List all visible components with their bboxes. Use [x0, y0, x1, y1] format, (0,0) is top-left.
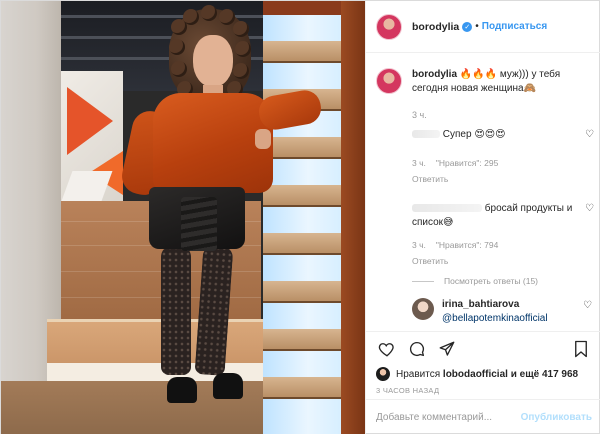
- likes-summary: Нравится lobodaofficial и ещё 417 968: [376, 365, 578, 383]
- publish-button[interactable]: Опубликовать: [521, 412, 592, 423]
- likes-count[interactable]: и ещё 417 968: [511, 369, 578, 380]
- caption: borodylia 🔥🔥🔥 муж))) у тебя сегодня нова…: [376, 68, 592, 96]
- comment-time: 3 ч.: [412, 158, 426, 168]
- comment-input[interactable]: [376, 412, 521, 423]
- hidden-username[interactable]: [412, 204, 482, 213]
- liker-username[interactable]: lobodaofficial: [443, 369, 508, 380]
- comment-bubble-icon[interactable]: [406, 338, 428, 360]
- hidden-username[interactable]: [412, 130, 440, 139]
- view-replies-label[interactable]: Посмотреть ответы (15): [444, 276, 538, 286]
- post-header: borodylia ✓ • Подписаться: [366, 1, 600, 53]
- post-actions: [366, 331, 600, 365]
- caption-time: 3 ч.: [412, 110, 427, 120]
- liker-avatar[interactable]: [376, 367, 390, 381]
- orange-triangle: [67, 87, 113, 155]
- skirt-ruffle: [181, 197, 217, 251]
- caption-username[interactable]: borodylia: [412, 69, 457, 80]
- comments-list[interactable]: borodylia 🔥🔥🔥 муж))) у тебя сегодня нова…: [366, 54, 600, 330]
- post-photo[interactable]: [1, 1, 365, 434]
- verified-badge-icon: ✓: [462, 21, 473, 32]
- reply-avatar[interactable]: [412, 298, 434, 320]
- comment-likes[interactable]: "Нравится": 295: [436, 156, 498, 170]
- like-heart-icon[interactable]: [376, 338, 398, 360]
- slatted-wall: [263, 1, 353, 434]
- reply-username[interactable]: irina_bahtiarova: [442, 299, 519, 310]
- left-shoe: [167, 377, 197, 403]
- author-avatar[interactable]: [376, 13, 402, 40]
- like-comment-heart-icon[interactable]: ♡: [585, 202, 594, 216]
- post-side-panel: borodylia ✓ • Подписаться borodylia 🔥🔥🔥 …: [365, 1, 600, 434]
- caption-text-block: borodylia 🔥🔥🔥 муж))) у тебя сегодня нова…: [412, 68, 592, 96]
- likes-prefix: Нравится: [396, 368, 441, 380]
- right-shoe: [213, 373, 243, 399]
- woman-face: [193, 35, 233, 87]
- reply-text-block: irina_bahtiarova @bellapotemkinaofficial: [442, 298, 548, 326]
- woman-hand: [255, 129, 271, 149]
- comment-meta: 3 ч. "Нравится": 794: [412, 238, 592, 252]
- replies-line: [412, 280, 434, 282]
- comment-meta: 3 ч. "Нравится": 295: [412, 156, 592, 170]
- instagram-post: borodylia ✓ • Подписаться borodylia 🔥🔥🔥 …: [0, 0, 600, 434]
- reply-button[interactable]: Ответить: [412, 254, 592, 268]
- door-frame: [341, 1, 365, 434]
- caption-avatar[interactable]: [376, 68, 402, 94]
- header-separator: •: [475, 21, 479, 32]
- author-username[interactable]: borodylia: [412, 21, 459, 33]
- comment-item: бросай продукты и список😅 3 ч. "Нравится…: [412, 202, 594, 268]
- share-icon[interactable]: [436, 338, 458, 360]
- follow-button[interactable]: Подписаться: [482, 21, 547, 32]
- bookmark-icon[interactable]: [570, 338, 592, 360]
- woman-left-leg: [161, 245, 191, 375]
- comment-likes[interactable]: "Нравится": 794: [436, 238, 498, 252]
- reply-item: irina_bahtiarova @bellapotemkinaofficial…: [412, 298, 592, 326]
- like-comment-heart-icon[interactable]: ♡: [585, 128, 594, 142]
- reply-mention[interactable]: @bellapotemkinaofficial: [442, 313, 548, 324]
- comment-text: Супер 😍😍😍: [442, 129, 506, 140]
- comment-time: 3 ч.: [412, 240, 426, 250]
- comment-item: Супер 😍😍😍 3 ч. "Нравится": 295 Ответить …: [412, 128, 594, 186]
- add-comment-bar: Опубликовать: [366, 399, 600, 434]
- like-comment-heart-icon[interactable]: ♡: [583, 300, 592, 311]
- view-replies[interactable]: Посмотреть ответы (15): [412, 276, 592, 286]
- posted-timestamp[interactable]: 3 ЧАСОВ НАЗАД: [376, 386, 439, 395]
- reply-button[interactable]: Ответить: [412, 172, 592, 186]
